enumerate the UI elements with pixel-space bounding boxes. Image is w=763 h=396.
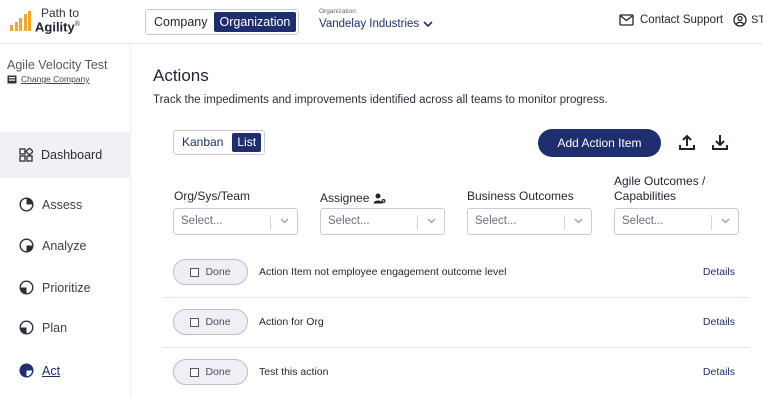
assignee-select[interactable]: Select...: [320, 208, 445, 235]
organization-selector[interactable]: Organization Vandelay Industries: [319, 8, 433, 32]
logo-line2: Agility®: [35, 19, 80, 35]
org-sys-team-select[interactable]: Select...: [173, 208, 298, 235]
checkbox-icon: [190, 317, 200, 327]
user-circle-icon: [733, 13, 747, 27]
action-row: Done Action for Org Details: [162, 298, 750, 348]
add-action-item-button[interactable]: Add Action Item: [538, 129, 661, 157]
select-placeholder: Select...: [181, 215, 223, 227]
logo-bars-icon: [10, 11, 31, 32]
organization-label: Organization: [319, 8, 356, 15]
sidebar-item-act[interactable]: Act: [19, 363, 60, 378]
sidebar-item-label: Act: [42, 363, 61, 378]
sidebar-item-label: Dashboard: [41, 148, 103, 162]
page-subtitle: Track the impediments and improvements i…: [153, 94, 608, 106]
chevron-down-icon: [423, 20, 433, 27]
checkbox-icon: [190, 367, 200, 377]
act-icon: [19, 363, 34, 378]
done-button[interactable]: Done: [173, 309, 248, 335]
analyze-icon: [19, 238, 34, 253]
view-tab-list[interactable]: List: [232, 133, 262, 152]
action-title: Test this action: [259, 366, 329, 378]
company-card: Agile Velocity Test Change Company: [0, 58, 131, 84]
download-icon[interactable]: [711, 133, 729, 151]
change-company-link[interactable]: Change Company: [7, 74, 131, 84]
sidebar-item-label: Plan: [42, 320, 68, 335]
select-placeholder: Select...: [475, 215, 517, 227]
action-title: Action for Org: [259, 316, 324, 328]
action-title: Action Item not employee engagement outc…: [259, 266, 507, 278]
done-label: Done: [205, 366, 231, 378]
done-label: Done: [205, 316, 231, 328]
filter-label-agile-outcomes: Agile Outcomes / Capabilities: [614, 174, 706, 203]
plan-icon: [19, 320, 34, 335]
building-icon: [7, 75, 17, 83]
sidebar-item-label: Prioritize: [42, 280, 91, 295]
select-placeholder: Select...: [622, 215, 664, 227]
user-initials: ST: [751, 14, 763, 26]
done-button[interactable]: Done: [173, 259, 248, 285]
view-tab-kanban[interactable]: Kanban: [177, 133, 228, 152]
chevron-down-icon: [721, 218, 730, 224]
done-label: Done: [205, 266, 231, 278]
action-row: Done Test this action Details: [162, 348, 750, 396]
sidebar-item-dashboard[interactable]: Dashboard: [0, 132, 131, 178]
sidebar-item-prioritize[interactable]: Prioritize: [19, 280, 91, 295]
scope-toggle: Company Organization: [145, 9, 300, 35]
done-button[interactable]: Done: [173, 359, 248, 385]
envelope-icon: [619, 14, 634, 26]
change-company-label: Change Company: [21, 74, 90, 84]
scope-tab-organization[interactable]: Organization: [213, 12, 297, 32]
sidebar-item-plan[interactable]: Plan: [19, 320, 67, 335]
select-placeholder: Select...: [328, 215, 370, 227]
dashboard-icon: [19, 148, 33, 162]
details-link[interactable]: Details: [703, 316, 735, 328]
prioritize-icon: [19, 280, 34, 295]
details-link[interactable]: Details: [703, 266, 735, 278]
agile-outcomes-select[interactable]: Select...: [614, 208, 739, 235]
sidebar-item-assess[interactable]: Assess: [19, 197, 82, 212]
company-name: Agile Velocity Test: [7, 58, 108, 72]
page-title: Actions: [153, 66, 209, 85]
chevron-down-icon: [427, 218, 436, 224]
action-row: Done Action Item not employee engagement…: [162, 248, 750, 298]
chevron-down-icon: [280, 218, 289, 224]
details-link[interactable]: Details: [703, 366, 735, 378]
sidebar: Agile Velocity Test Change Company Dashb…: [0, 44, 131, 396]
scope-tab-company[interactable]: Company: [148, 12, 214, 32]
filter-label-business-outcomes: Business Outcomes: [467, 189, 574, 203]
user-menu[interactable]: ST: [733, 13, 763, 27]
business-outcomes-select[interactable]: Select...: [467, 208, 592, 235]
chevron-down-icon: [574, 218, 583, 224]
assess-icon: [19, 197, 34, 212]
path-to-agility-logo[interactable]: Path to Agility®: [10, 7, 80, 33]
contact-support-link[interactable]: Contact Support: [619, 14, 723, 26]
upload-icon[interactable]: [678, 133, 696, 151]
filter-label-assignee-wrap: Assignee: [320, 191, 386, 206]
sidebar-item-analyze[interactable]: Analyze: [19, 238, 86, 253]
user-settings-icon: [373, 193, 386, 204]
main-content: Actions Track the impediments and improv…: [131, 44, 763, 396]
top-bar: Path to Agility® Company Organization Or…: [0, 0, 763, 44]
organization-value: Vandelay Industries: [319, 18, 420, 30]
sidebar-item-label: Assess: [42, 197, 83, 212]
contact-support-label: Contact Support: [640, 14, 724, 26]
logo-line1: Path to: [41, 6, 80, 20]
filter-label-org-sys-team: Org/Sys/Team: [174, 189, 251, 203]
filter-label-assignee: Assignee: [320, 191, 370, 205]
view-toggle: Kanban List: [173, 130, 266, 155]
sidebar-item-label: Analyze: [42, 238, 87, 253]
checkbox-icon: [190, 267, 200, 277]
